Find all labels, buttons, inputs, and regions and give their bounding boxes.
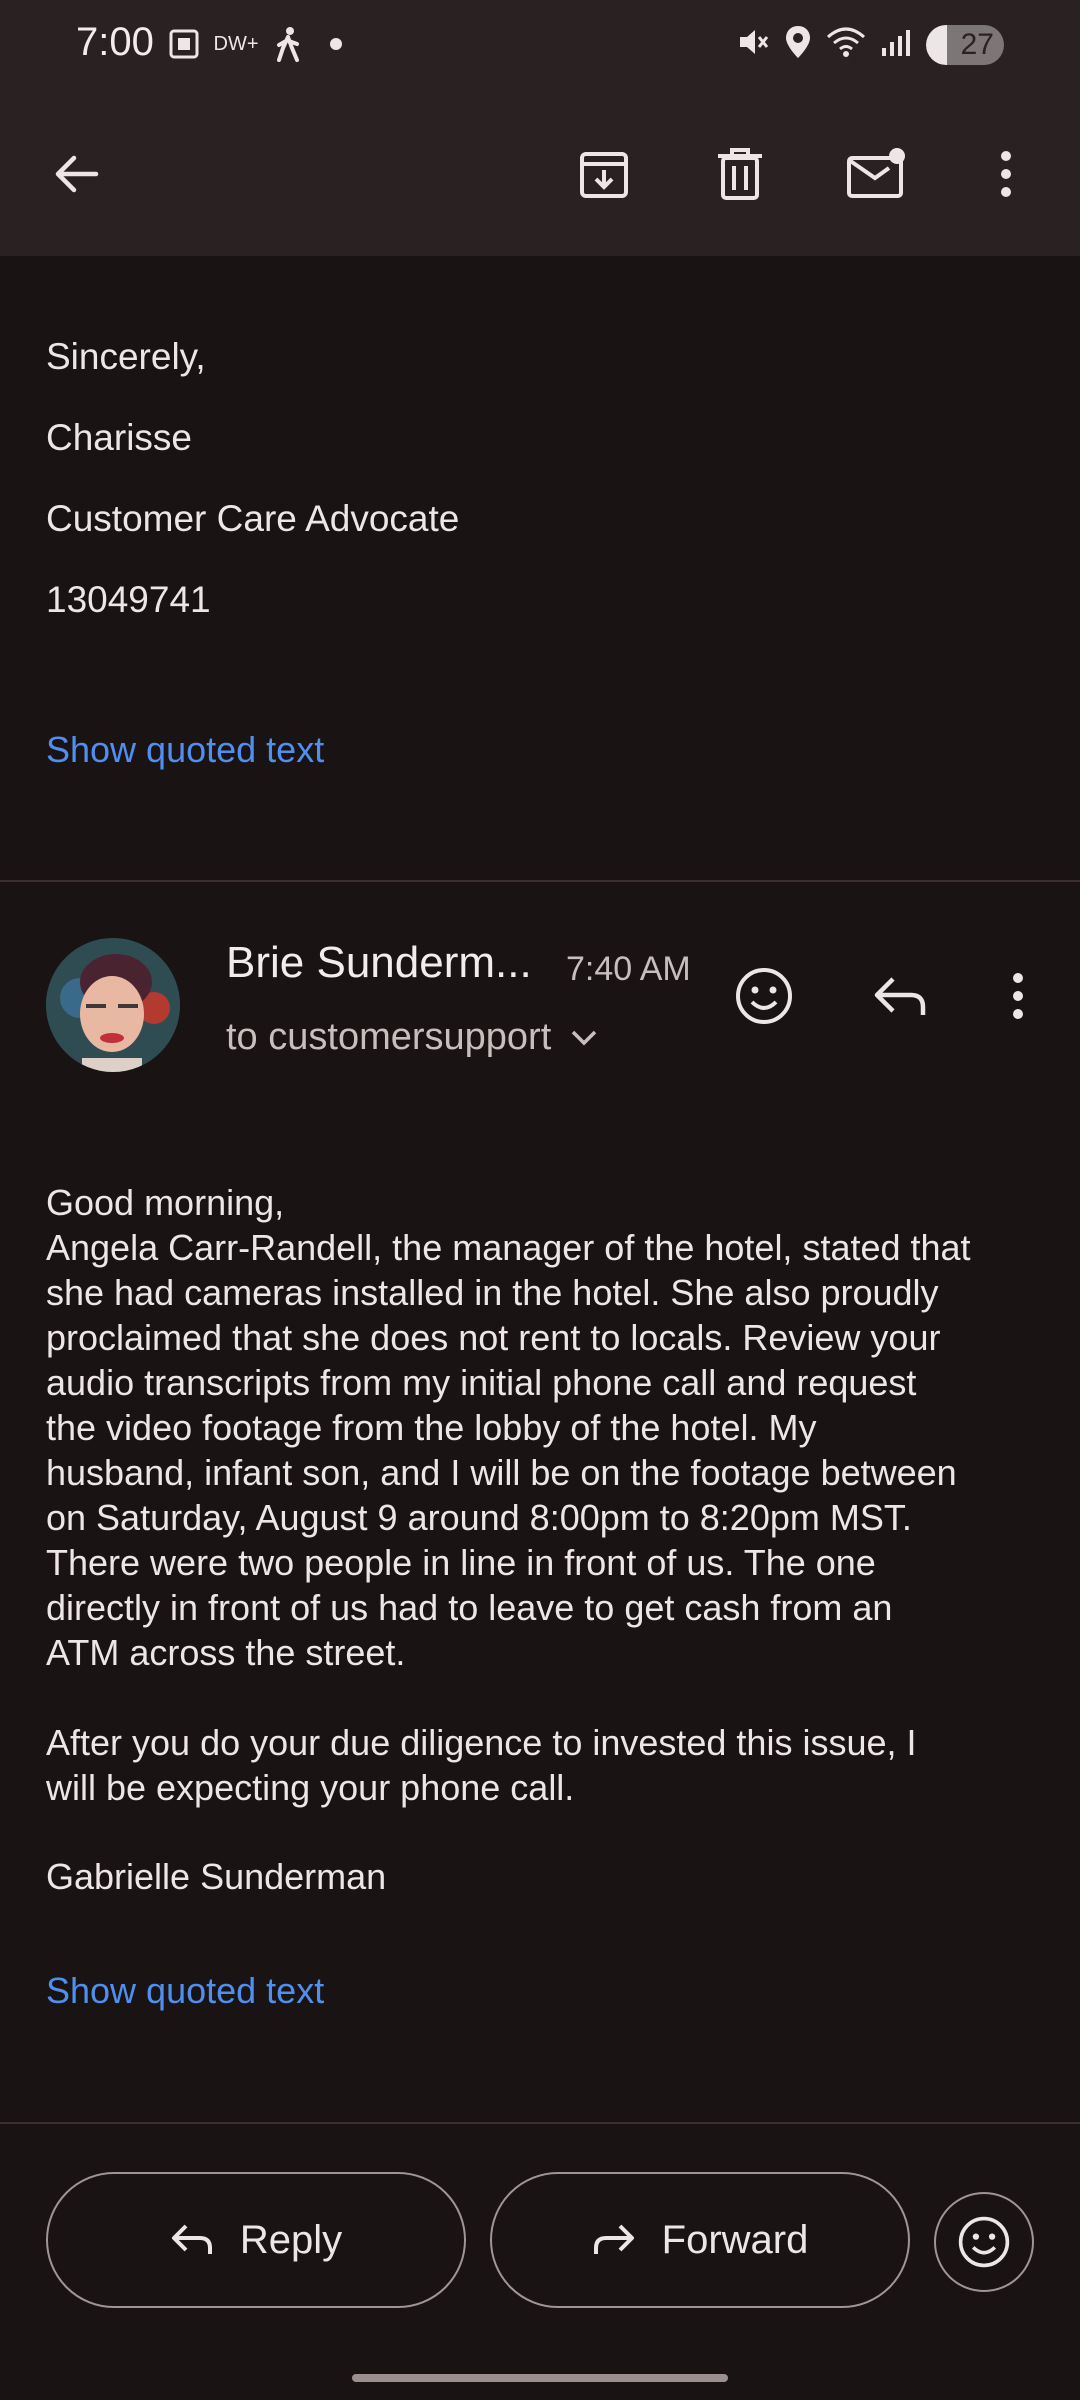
back-arrow-icon: [55, 155, 99, 193]
more-options-button[interactable]: [964, 132, 1048, 216]
show-quoted-text-link[interactable]: Show quoted text: [46, 1970, 324, 2012]
mark-unread-icon: [847, 148, 905, 198]
show-quoted-text-link[interactable]: Show quoted text: [46, 729, 324, 771]
mark-unread-button[interactable]: [834, 132, 918, 216]
message-divider: [0, 880, 1080, 882]
chevron-down-icon: [572, 1030, 597, 1045]
message-body-followup: After you do your due diligence to inves…: [46, 1722, 917, 1808]
reply-label: Reply: [239, 2217, 343, 2262]
add-reaction-button-bottom[interactable]: [934, 2192, 1034, 2292]
emoji-icon: [736, 968, 792, 1024]
status-bar: 7:00 DW+ 27: [0, 0, 1080, 92]
signature-line: 13049741: [46, 579, 211, 620]
battery-icon: 27: [926, 24, 1004, 65]
more-vert-icon: [1013, 973, 1023, 1019]
reply-button[interactable]: [862, 958, 938, 1034]
message-time: 7:40 AM: [566, 950, 691, 988]
dot-icon: [318, 26, 354, 62]
delete-button[interactable]: [698, 132, 782, 216]
mute-icon: [736, 25, 770, 64]
reply-icon: [874, 977, 926, 1015]
avatar[interactable]: [46, 938, 180, 1072]
screenshot-icon: [166, 26, 202, 62]
battery-level: 27: [960, 27, 994, 61]
status-left-icons: DW+: [166, 26, 354, 62]
app-bar: [0, 92, 1080, 256]
dw-icon: DW+: [213, 32, 259, 55]
archive-button[interactable]: [562, 132, 646, 216]
recipient-details-toggle[interactable]: to customersupport: [226, 1016, 599, 1059]
walking-icon: [270, 26, 306, 62]
signature-line: Customer Care Advocate: [46, 498, 460, 539]
recipient-label: to customersupport: [226, 1016, 552, 1058]
sender-name: Brie Sunderm...: [226, 938, 532, 987]
forward-label: Forward: [661, 2217, 809, 2262]
location-icon: [784, 24, 812, 65]
emoji-icon: [958, 2216, 1010, 2268]
forward-button[interactable]: Forward: [490, 2172, 910, 2308]
message-more-button[interactable]: [980, 958, 1056, 1034]
signature-line: Charisse: [46, 417, 192, 458]
home-indicator[interactable]: [352, 2374, 728, 2382]
signal-icon: [880, 26, 912, 63]
back-button[interactable]: [34, 132, 118, 216]
message-signature: Gabrielle Sunderman: [46, 1856, 387, 1897]
more-vert-icon: [1001, 151, 1011, 197]
delete-icon: [718, 148, 762, 200]
add-reaction-button[interactable]: [726, 958, 802, 1034]
bottom-divider: [0, 2122, 1080, 2124]
reply-icon: [171, 2224, 212, 2254]
message-body: Good morning, Angela Carr-Randell, the m…: [46, 1182, 971, 1673]
reply-button-bottom[interactable]: Reply: [46, 2172, 466, 2308]
signature-line: Sincerely,: [46, 336, 206, 377]
status-right-icons: 27: [736, 24, 1004, 65]
archive-icon: [580, 152, 628, 198]
wifi-icon: [826, 25, 866, 64]
status-time: 7:00: [76, 20, 154, 64]
forward-icon: [593, 2224, 634, 2254]
